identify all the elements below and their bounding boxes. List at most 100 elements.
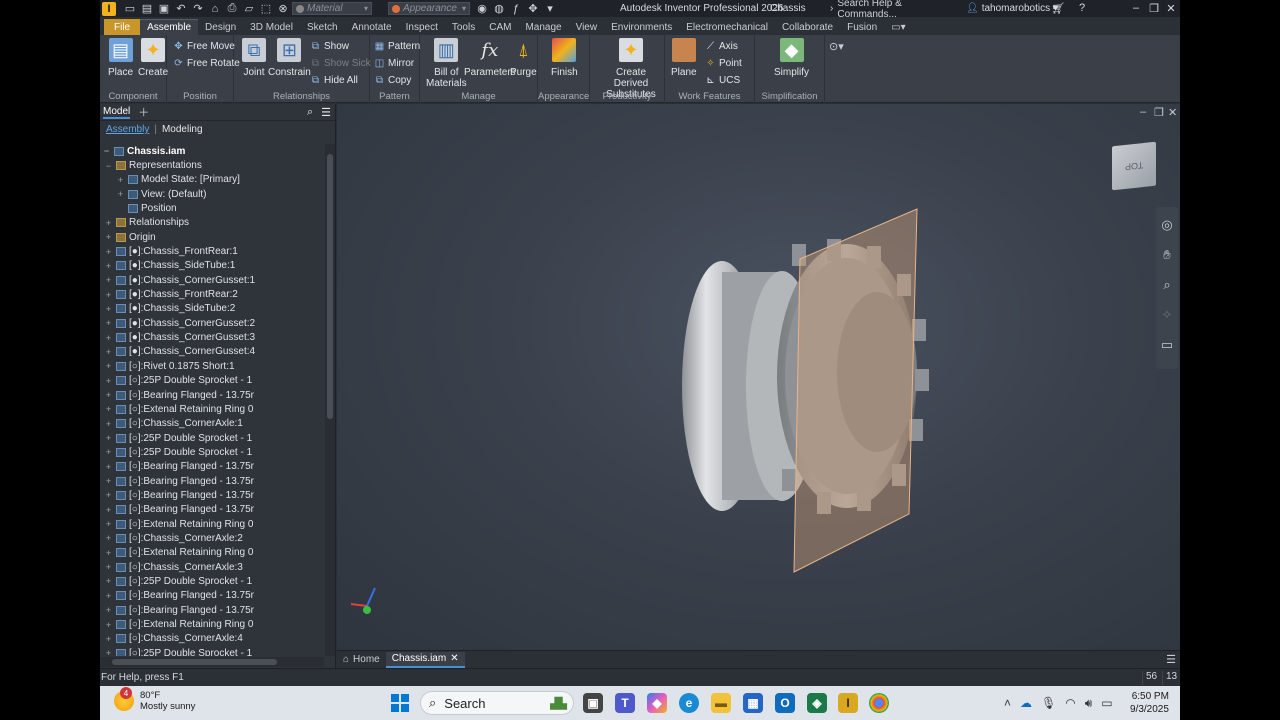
collapse-icon[interactable]: − [102,146,111,156]
tree-item[interactable]: Position [100,201,324,215]
inventor-taskbar-icon[interactable]: I [838,693,858,713]
zoom-icon[interactable]: ⌕ [1163,277,1170,293]
collapse-icon[interactable]: − [104,161,113,171]
free-rotate-button[interactable]: ⟳ Free Rotate [173,56,240,70]
volume-icon[interactable]: 🔊︎ [1085,696,1093,711]
onedrive-icon[interactable]: ☁ [1020,696,1032,711]
tree-item[interactable]: + [○]:25P Double Sprocket - 1 [100,374,324,388]
tree-item[interactable]: + [●]:Chassis_CornerGusset:4 [100,345,324,359]
show-button[interactable]: ⧉ Show [310,39,349,53]
tree-item[interactable]: + [○]:Bearing Flanged - 13.75r [100,503,324,517]
group-label[interactable]: Relationships [234,91,369,102]
tree-item[interactable]: + [●]:Chassis_SideTube:1 [100,259,324,273]
user-account[interactable]: 👤︎ tahomarobotics ▾ [966,3,1058,14]
steering-wheel-icon[interactable]: ◎ [1161,217,1172,233]
chassis-tab[interactable]: Chassis.iam ✕ [385,651,465,668]
ribbon-options-icon[interactable]: ▭▾ [884,19,912,35]
axis-button[interactable]: ⟋ Axis [705,39,738,53]
chevron-up-icon[interactable]: ˄ [1004,696,1011,711]
group-label[interactable]: Simplification [755,91,824,102]
simplify-button[interactable]: ◆ Simplify [774,38,809,78]
point-button[interactable]: ✧ Point [705,56,742,70]
purge-button[interactable]: ⍋ Purge [510,38,537,79]
tree-item[interactable]: + [○]:25P Double Sprocket - 1 [100,445,324,459]
tab-3d-model[interactable]: 3D Model [243,19,300,35]
expand-icon[interactable]: + [104,490,113,500]
tabs-menu-icon[interactable]: ☰ [1166,653,1176,666]
expand-icon[interactable]: + [104,634,113,644]
restore-button[interactable]: ❐ [1146,1,1162,15]
file-explorer-icon[interactable]: ▬ [711,693,731,713]
tree-item[interactable]: + [○]:25P Double Sprocket - 1 [100,646,324,656]
expand-icon[interactable]: + [116,175,125,185]
tree-item[interactable]: + [○]:Extenal Retaining Ring 0 [100,617,324,631]
save-icon[interactable]: ▣ [156,2,172,16]
tree-item[interactable]: + [○]:Extenal Retaining Ring 0 [100,546,324,560]
inventor-logo[interactable]: I [102,1,116,16]
weather-widget[interactable]: 4 80°F Mostly sunny [114,687,195,712]
expand-icon[interactable]: + [104,376,113,386]
tree-item[interactable]: + [○]:Extenal Retaining Ring 0 [100,517,324,531]
expand-icon[interactable]: + [104,648,113,656]
tree-item[interactable]: + [○]:Rivet 0.1875 Short:1 [100,359,324,373]
tab-fusion[interactable]: Fusion [840,19,884,35]
expand-icon[interactable]: + [104,562,113,572]
home-icon[interactable]: ⌂ [207,2,223,16]
expand-icon[interactable]: + [104,404,113,414]
update-icon[interactable]: ⊗ [275,2,291,16]
close-tab-icon[interactable]: ✕ [450,653,458,664]
place-button[interactable]: ▤ Place [108,38,133,78]
tree-item[interactable]: + [●]:Chassis_CornerGusset:3 [100,330,324,344]
expand-icon[interactable]: + [104,447,113,457]
expand-icon[interactable]: + [104,605,113,615]
expand-icon[interactable]: + [104,476,113,486]
redo-icon[interactable]: ↷ [190,2,206,16]
tab-cam[interactable]: CAM [482,19,518,35]
tree-item[interactable]: + [○]:Chassis_CornerAxle:2 [100,531,324,545]
group-label[interactable]: Pattern [370,91,419,102]
tree-item[interactable]: + [●]:Chassis_SideTube:2 [100,302,324,316]
tree-item[interactable]: + [●]:Chassis_FrontRear:2 [100,287,324,301]
hide-all-button[interactable]: ⧉ Hide All [310,73,358,87]
look-at-icon[interactable]: ▭ [1161,337,1173,353]
bill-of-materials-button[interactable]: ▥ Bill of Materials [426,38,467,89]
expand-icon[interactable]: + [104,275,113,285]
tab-collaborate[interactable]: Collaborate [775,19,840,35]
pan-icon[interactable]: ✋︎ [1163,247,1170,263]
undo-icon[interactable]: ↶ [173,2,189,16]
select-icon[interactable]: ⬚ [258,2,274,16]
expand-icon[interactable]: + [104,318,113,328]
expand-icon[interactable]: + [104,591,113,601]
tree-item[interactable]: + [○]:Bearing Flanged - 13.75r [100,589,324,603]
tree-item[interactable]: + Relationships [100,216,324,230]
expand-icon[interactable]: + [104,419,113,429]
cart-icon[interactable]: 🛒︎ [1050,1,1066,15]
orbit-icon[interactable]: ✧ [1162,307,1173,323]
chrome-icon[interactable] [869,693,889,713]
add-browser-icon[interactable]: ＋ [138,104,149,120]
tree-item[interactable]: + Model State: [Primary] [100,173,324,187]
tree-item[interactable]: + [○]:Bearing Flanged - 13.75r [100,388,324,402]
tree-item[interactable]: + [○]:Bearing Flanged - 13.75r [100,460,324,474]
tab-inspect[interactable]: Inspect [399,19,445,35]
expand-icon[interactable]: + [104,576,113,586]
assembly-tab[interactable]: Assembly [106,124,149,135]
expand-icon[interactable]: + [104,519,113,529]
store-icon[interactable]: ▦ [743,693,763,713]
copy-button[interactable]: ⧉ Copy [374,73,411,87]
finish-button[interactable]: Finish [551,38,578,78]
expand-icon[interactable]: + [104,548,113,558]
group-label[interactable]: Manage [420,91,537,102]
measure-icon[interactable]: ▱ [241,2,257,16]
mirror-button[interactable]: ◫ Mirror [374,56,414,70]
expand-icon[interactable]: + [104,247,113,257]
tab-assemble[interactable]: Assemble [140,19,199,35]
scrollbar-thumb[interactable] [327,154,333,419]
expand-icon[interactable]: + [104,347,113,357]
tab-manage[interactable]: Manage [518,19,568,35]
expand-icon[interactable]: + [104,390,113,400]
search-help-box[interactable]: › Search Help & Commands... [830,0,960,20]
tree-item[interactable]: + View: (Default) [100,187,324,201]
plane-button[interactable]: Plane [671,38,697,78]
tree-item[interactable]: + [○]:25P Double Sprocket - 1 [100,574,324,588]
